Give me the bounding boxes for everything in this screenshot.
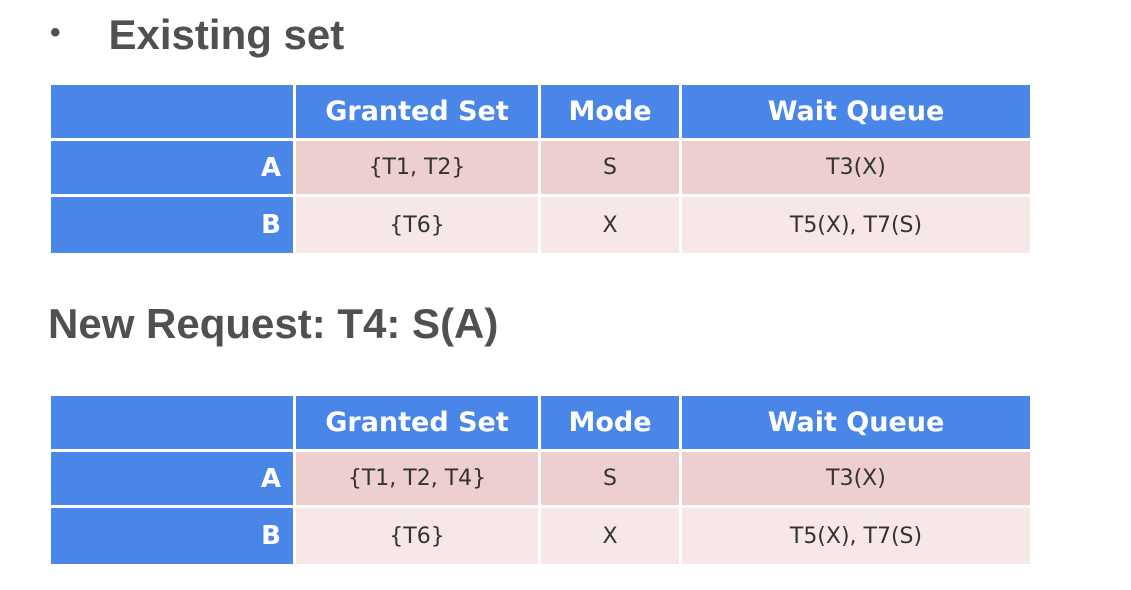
wait-queue-cell: T5(X), T7(S)	[682, 508, 1030, 564]
existing-lock-table: Granted Set Mode Wait Queue A {T1, T2} S…	[48, 82, 1033, 256]
granted-set-cell: {T6}	[296, 508, 538, 564]
granted-set-cell: {T1, T2, T4}	[296, 452, 538, 505]
resource-label: A	[51, 452, 293, 505]
wait-queue-header: Wait Queue	[682, 396, 1030, 449]
wait-queue-header: Wait Queue	[682, 85, 1030, 138]
wait-queue-cell: T3(X)	[682, 141, 1030, 194]
mode-header: Mode	[541, 396, 679, 449]
mode-header: Mode	[541, 85, 679, 138]
corner-header	[51, 85, 293, 138]
granted-set-cell: {T6}	[296, 197, 538, 253]
slide: • Existing set Granted Set Mode Wait Que…	[0, 0, 1131, 590]
table-row: A {T1, T2} S T3(X)	[51, 141, 1030, 194]
new-request-title: New Request: T4: S(A)	[48, 300, 499, 347]
corner-header	[51, 396, 293, 449]
mode-cell: X	[541, 508, 679, 564]
existing-set-heading: • Existing set	[50, 6, 344, 64]
resource-label: B	[51, 508, 293, 564]
resource-label: A	[51, 141, 293, 194]
mode-cell: S	[541, 141, 679, 194]
resource-label: B	[51, 197, 293, 253]
updated-lock-table: Granted Set Mode Wait Queue A {T1, T2, T…	[48, 393, 1033, 567]
table-row: A {T1, T2, T4} S T3(X)	[51, 452, 1030, 505]
mode-cell: X	[541, 197, 679, 253]
wait-queue-cell: T5(X), T7(S)	[682, 197, 1030, 253]
granted-set-header: Granted Set	[296, 85, 538, 138]
mode-cell: S	[541, 452, 679, 505]
table-row: B {T6} X T5(X), T7(S)	[51, 508, 1030, 564]
bullet-point: •	[50, 16, 61, 49]
table-row: B {T6} X T5(X), T7(S)	[51, 197, 1030, 253]
table-header-row: Granted Set Mode Wait Queue	[51, 85, 1030, 138]
table-header-row: Granted Set Mode Wait Queue	[51, 396, 1030, 449]
granted-set-cell: {T1, T2}	[296, 141, 538, 194]
wait-queue-cell: T3(X)	[682, 452, 1030, 505]
existing-set-title: Existing set	[108, 11, 345, 58]
granted-set-header: Granted Set	[296, 396, 538, 449]
